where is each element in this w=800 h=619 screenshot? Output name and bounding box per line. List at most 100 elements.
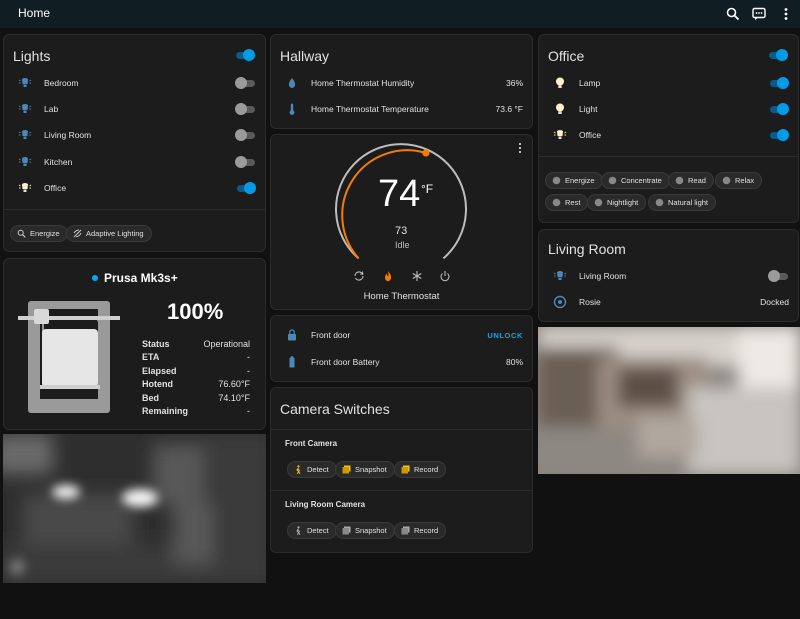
scene-chip-relax[interactable]: Relax (715, 172, 763, 189)
stat-key: ETA (142, 352, 160, 363)
camera-group-name: Front Camera (285, 439, 338, 448)
light-row-living-room[interactable]: Living Room (4, 125, 265, 145)
office-card: Office Lamp Light Office Energize Concen… (538, 34, 799, 223)
light-toggle[interactable] (235, 182, 256, 194)
record-button[interactable]: Record (394, 461, 447, 478)
current-temperature: 74 (378, 173, 421, 215)
adaptive-lighting-chip[interactable]: Adaptive Lighting (66, 225, 152, 242)
scene-chip-rest[interactable]: Rest (545, 194, 589, 211)
living-room-light-row[interactable]: Living Room (539, 266, 798, 286)
vacuum-row[interactable]: Rosie Docked (539, 292, 798, 312)
office-light-toggle[interactable] (768, 77, 789, 89)
office-row-light[interactable]: Light (539, 99, 798, 119)
detect-button[interactable]: Detect (287, 522, 337, 539)
robot-vacuum-icon (553, 295, 567, 309)
light-row-kitchen[interactable]: Kitchen (4, 152, 265, 172)
stat-value: Operational (203, 339, 250, 349)
light-row-bedroom[interactable]: Bedroom (4, 73, 265, 93)
humidity-row[interactable]: Home Thermostat Humidity 36% (271, 73, 532, 93)
printer-name: Prusa Mk3s+ (104, 271, 178, 285)
battery-value: 80% (505, 357, 523, 367)
light-group-icon (18, 155, 32, 169)
living-room-card: Living Room Living Room Rosie Docked (538, 229, 799, 322)
light-group-on-icon (18, 181, 32, 195)
battery-row[interactable]: Front door Battery 80% (271, 352, 532, 372)
light-toggle[interactable] (235, 103, 255, 115)
light-row-lab[interactable]: Lab (4, 99, 265, 119)
palette-icon (552, 198, 561, 207)
printer-stats-table: Status Operational ETA - Elapsed - Hotend 76… (142, 339, 250, 419)
stat-key: Hotend (142, 379, 173, 390)
palette-icon (608, 176, 617, 185)
office-row-office[interactable]: Office (539, 125, 798, 145)
scene-chip-energize[interactable]: Energize (545, 172, 603, 189)
lightbulb-on-icon (553, 102, 567, 116)
lights-master-toggle[interactable] (234, 49, 255, 61)
light-label: Living Room (44, 130, 92, 140)
office-row-lamp[interactable]: Lamp (539, 73, 798, 93)
light-group-icon (18, 102, 32, 116)
chip-label: Concentrate (621, 176, 662, 185)
camera-switches-card: Camera Switches Front Camera Detect Snap… (270, 387, 533, 553)
snapshot-button[interactable]: Snapshot (335, 461, 395, 478)
light-toggle[interactable] (235, 156, 255, 168)
front-door-row[interactable]: Front door UNLOCK (271, 325, 532, 345)
light-group-icon (553, 269, 567, 283)
vacuum-state: Docked (760, 297, 789, 307)
energize-chip[interactable]: Energize (10, 225, 68, 242)
scene-chip-nightlight[interactable]: Nightlight (587, 194, 647, 211)
camera-group-name: Living Room Camera (285, 500, 366, 509)
scene-chip-natural-light[interactable]: Natural light (648, 194, 717, 211)
light-label: Bedroom (44, 78, 79, 88)
hallway-card: Hallway Home Thermostat Humidity 36% Hom… (270, 34, 533, 129)
thermometer-icon (285, 102, 299, 116)
living-room-light-toggle[interactable] (768, 270, 788, 282)
search-icon[interactable] (725, 6, 741, 22)
stat-value: - (247, 405, 250, 416)
chip-label: Read (688, 176, 706, 185)
temperature-row[interactable]: Home Thermostat Temperature 73.6 °F (271, 99, 532, 119)
heat-mode-icon[interactable] (382, 270, 394, 282)
office-light-label: Lamp (579, 78, 601, 88)
printer-camera-feed[interactable] (3, 434, 266, 583)
record-button[interactable]: Record (394, 522, 447, 539)
button-label: Record (414, 526, 439, 535)
palette-icon (655, 198, 664, 207)
snapshot-button[interactable]: Snapshot (335, 522, 395, 539)
unlock-button[interactable]: UNLOCK (487, 331, 523, 340)
light-row-office[interactable]: Office (4, 178, 265, 198)
more-vert-icon[interactable] (516, 142, 524, 156)
hallway-card-title: Hallway (280, 48, 330, 64)
stat-key: Elapsed (142, 365, 177, 376)
more-vert-icon[interactable] (778, 6, 794, 22)
chip-label: Rest (565, 198, 581, 207)
scene-chip-concentrate[interactable]: Concentrate (601, 172, 670, 189)
palette-icon (722, 176, 731, 185)
button-label: Record (414, 465, 439, 474)
office-light-toggle[interactable] (768, 129, 789, 141)
lights-card: Lights Bedroom Lab Living Room Kitchen O… (3, 34, 266, 252)
office-master-toggle[interactable] (767, 49, 788, 61)
living-room-camera-feed[interactable] (538, 327, 800, 474)
thermostat-card: 74 °F 73 Idle Home Thermostat (270, 134, 533, 310)
front-door-card: Front door UNLOCK Front door Battery 80% (270, 315, 533, 382)
light-toggle[interactable] (235, 129, 255, 141)
palette-icon (594, 198, 603, 207)
lightbulb-on-icon (553, 76, 567, 90)
button-label: Snapshot (355, 465, 387, 474)
auto-mode-icon[interactable] (353, 270, 365, 282)
stat-value: 76.60°F (218, 379, 250, 390)
light-toggle[interactable] (235, 77, 255, 89)
cool-mode-icon[interactable] (411, 270, 423, 282)
light-label: Lab (44, 104, 59, 114)
button-label: Detect (307, 465, 329, 474)
office-light-toggle[interactable] (768, 103, 789, 115)
power-icon[interactable] (439, 270, 451, 282)
assist-chat-icon[interactable] (751, 6, 767, 22)
printer-status-dot (92, 275, 98, 281)
living-room-card-title: Living Room (548, 241, 626, 257)
light-group-on-icon (553, 128, 567, 142)
divider (271, 429, 532, 430)
scene-chip-read[interactable]: Read (668, 172, 714, 189)
detect-button[interactable]: Detect (287, 461, 337, 478)
